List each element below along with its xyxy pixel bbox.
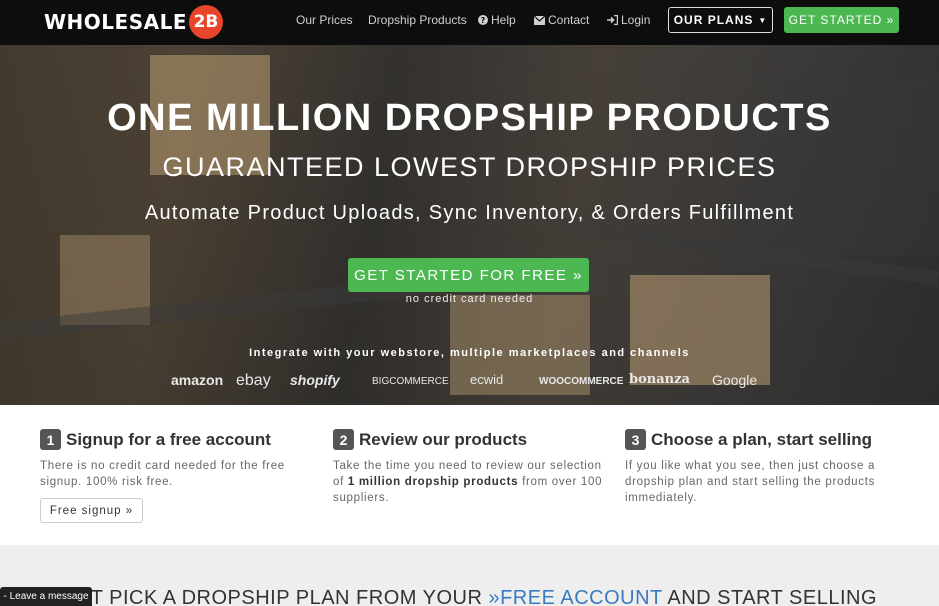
caret-down-icon: ▼ bbox=[758, 15, 768, 25]
hero-banner: ONE MILLION DROPSHIP PRODUCTS GUARANTEED… bbox=[0, 45, 939, 405]
step-number: 3 bbox=[625, 429, 646, 450]
free-account-link[interactable]: »FREE ACCOUNT bbox=[488, 587, 662, 606]
background-box bbox=[630, 275, 770, 385]
nav-contact[interactable]: Contact bbox=[534, 13, 589, 27]
svg-text:?: ? bbox=[481, 16, 486, 25]
ecwid-logo: ecwid bbox=[470, 372, 504, 387]
nav-dropship-products[interactable]: Dropship Products bbox=[368, 13, 467, 27]
our-plans-dropdown[interactable]: OUR PLANS ▼ bbox=[668, 7, 773, 33]
nav-label: Help bbox=[491, 13, 516, 27]
shopify-logo: shopify bbox=[290, 372, 340, 388]
step-number: 1 bbox=[40, 429, 61, 450]
free-signup-button[interactable]: Free signup » bbox=[40, 498, 143, 523]
desc-bold-text: 1 million dropship products bbox=[347, 476, 519, 488]
login-icon bbox=[607, 15, 618, 25]
step-description: Take the time you need to review our sel… bbox=[333, 458, 603, 506]
plans-section: UST PICK A DROPSHIP PLAN FROM YOUR »FREE… bbox=[0, 545, 939, 606]
step-title-text: Signup for a free account bbox=[66, 429, 271, 449]
steps-section: 1 Signup for a free account There is no … bbox=[0, 405, 939, 545]
site-logo[interactable]: WHOLESALE 2B bbox=[44, 5, 223, 39]
nav-label: Login bbox=[621, 13, 651, 27]
our-plans-label: OUR PLANS bbox=[673, 13, 754, 27]
nav-label: Our Prices bbox=[296, 13, 353, 27]
step-1: 1 Signup for a free account There is no … bbox=[40, 429, 310, 490]
nav-our-prices[interactable]: Our Prices bbox=[296, 13, 353, 27]
logo-text: WHOLESALE bbox=[44, 10, 187, 34]
step-description: There is no credit card needed for the f… bbox=[40, 460, 285, 488]
nav-help[interactable]: ? Help bbox=[478, 13, 516, 27]
envelope-icon bbox=[534, 15, 545, 25]
help-circle-icon: ? bbox=[478, 15, 488, 25]
step-title-text: Review our products bbox=[359, 429, 528, 449]
step-title: 1 Signup for a free account bbox=[40, 429, 310, 450]
bigcommerce-logo: BIGCOMMERCE bbox=[372, 376, 449, 387]
chat-label: - Leave a message bbox=[3, 591, 89, 602]
get-started-button[interactable]: GET STARTED » bbox=[784, 7, 899, 33]
hero-title: ONE MILLION DROPSHIP PRODUCTS bbox=[107, 97, 832, 139]
step-description: If you like what you see, then just choo… bbox=[625, 460, 876, 504]
step-title: 2 Review our products bbox=[333, 429, 603, 450]
no-credit-card-note: no credit card needed bbox=[405, 293, 534, 305]
amazon-logo: amazon bbox=[171, 372, 224, 388]
integrate-text: Integrate with your webstore, multiple m… bbox=[249, 347, 690, 359]
step-2: 2 Review our products Take the time you … bbox=[333, 429, 603, 506]
woocommerce-logo: WOOCOMMERCE bbox=[539, 376, 624, 387]
step-3: 3 Choose a plan, start selling If you li… bbox=[625, 429, 895, 506]
step-title-text: Choose a plan, start selling bbox=[651, 429, 873, 449]
plans-heading-text: UST PICK A DROPSHIP PLAN FROM YOUR bbox=[61, 587, 489, 606]
ebay-logo: ebay bbox=[236, 372, 271, 389]
bonanza-logo: bonanza bbox=[629, 372, 690, 387]
logo-badge: 2B bbox=[189, 5, 223, 39]
nav-label: Dropship Products bbox=[368, 13, 467, 27]
step-title: 3 Choose a plan, start selling bbox=[625, 429, 895, 450]
hero-tagline: Automate Product Uploads, Sync Inventory… bbox=[144, 202, 795, 224]
get-started-free-button[interactable]: GET STARTED FOR FREE » bbox=[348, 258, 589, 292]
plans-heading-text: AND START SELLING bbox=[662, 587, 878, 606]
step-number: 2 bbox=[333, 429, 354, 450]
top-navbar: WHOLESALE 2B Our Prices Dropship Product… bbox=[0, 0, 939, 45]
plans-heading: UST PICK A DROPSHIP PLAN FROM YOUR »FREE… bbox=[0, 587, 939, 606]
leave-message-chat-button[interactable]: - Leave a message bbox=[0, 587, 92, 606]
nav-label: Contact bbox=[548, 13, 590, 27]
google-logo: Google bbox=[712, 372, 758, 388]
nav-login[interactable]: Login bbox=[607, 13, 650, 27]
hero-subtitle: GUARANTEED LOWEST DROPSHIP PRICES bbox=[162, 152, 777, 182]
